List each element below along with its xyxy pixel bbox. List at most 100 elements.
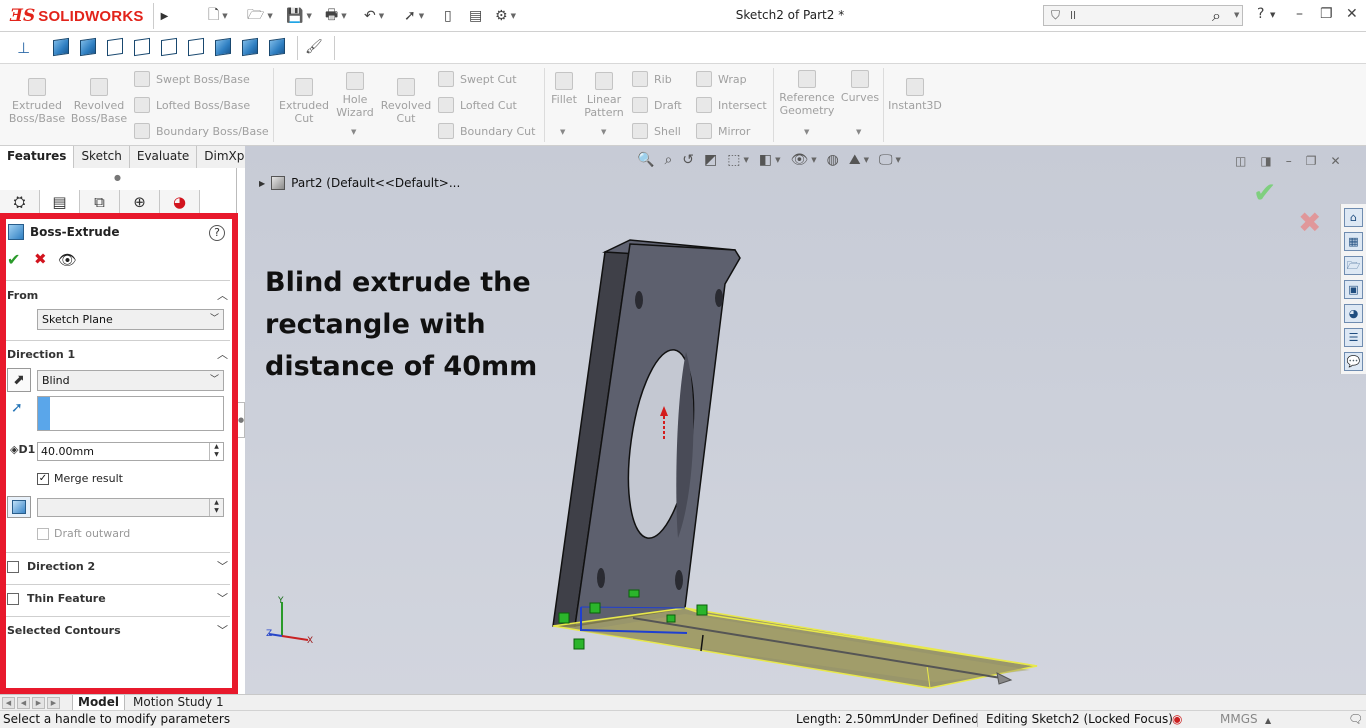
view-top-icon[interactable]: [161, 37, 179, 57]
confirm-cancel-icon[interactable]: ✖: [1298, 206, 1321, 239]
select-button[interactable]: ➚ ▼: [404, 6, 424, 26]
rebuild-status-icon[interactable]: ◉: [1172, 712, 1182, 726]
fillet-button[interactable]: Fillet: [548, 72, 580, 106]
home-icon[interactable]: ⌂: [1344, 208, 1363, 227]
curves-dropdown-icon[interactable]: ▼: [856, 128, 861, 136]
fillet-dropdown-icon[interactable]: ▼: [560, 128, 565, 136]
close-button[interactable]: ✕: [1346, 6, 1358, 22]
view-palette-icon[interactable]: ▣: [1344, 280, 1363, 299]
search-icon[interactable]: ⌕: [1212, 6, 1221, 26]
restore-button[interactable]: ❐: [1320, 6, 1333, 22]
help-dropdown-icon[interactable]: ▼: [1270, 11, 1275, 19]
direction2-checkbox[interactable]: [7, 561, 19, 573]
hole-wizard-dropdown-icon[interactable]: ▼: [351, 128, 356, 136]
edit-appearance-icon[interactable]: ◍: [827, 152, 839, 168]
draft-outward-checkbox[interactable]: Draft outward: [37, 527, 130, 540]
units-dropdown-icon[interactable]: ▲: [1265, 716, 1271, 725]
selected-contours-group-title[interactable]: Selected Contours: [7, 624, 121, 637]
draft-on-off-button[interactable]: [7, 496, 31, 518]
view-dimetric-icon[interactable]: [269, 37, 287, 57]
viewport-restore-button[interactable]: ❐: [1306, 154, 1317, 168]
merge-result-checkbox[interactable]: ✓ Merge result: [37, 472, 123, 485]
save-button[interactable]: 💾 ▼: [286, 6, 312, 26]
section-view-icon[interactable]: ◩: [704, 152, 717, 168]
depth-input[interactable]: 40.00mm ▲ ▼: [37, 442, 224, 461]
panel-splitter-handle[interactable]: ●: [237, 402, 245, 438]
quick-tips-icon[interactable]: 🗨: [1348, 712, 1363, 726]
ref-geometry-dropdown-icon[interactable]: ▼: [804, 128, 809, 136]
search-input[interactable]: [1070, 8, 1210, 23]
view-trimetric-icon[interactable]: [242, 37, 260, 57]
draft-angle-input[interactable]: ▲ ▼: [37, 498, 224, 517]
cancel-button[interactable]: ✖: [34, 250, 47, 268]
view-isometric-icon[interactable]: [215, 37, 233, 57]
direction2-group-title[interactable]: Direction 2: [27, 560, 95, 573]
zoom-to-fit-icon[interactable]: 🔍: [637, 152, 654, 168]
rebuild-button[interactable]: ▯: [444, 6, 452, 26]
curves-button[interactable]: Curves: [840, 70, 880, 104]
options-button[interactable]: ⚙ ▼: [495, 6, 516, 26]
intersect-button[interactable]: Intersect: [696, 97, 767, 113]
prev-tab-icon[interactable]: ◀: [17, 697, 30, 709]
spin-arrows-icon[interactable]: ▲ ▼: [209, 499, 223, 516]
dimxpert-manager-tab-icon[interactable]: ⊕: [120, 190, 160, 214]
view-right-icon[interactable]: [134, 37, 152, 57]
hole-wizard-button[interactable]: Hole Wizard: [330, 72, 380, 119]
new-document-button[interactable]: 🗋 ▼: [208, 6, 228, 26]
expand-icon[interactable]: ﹀: [217, 590, 228, 606]
swept-cut-button[interactable]: Swept Cut: [438, 71, 517, 87]
boundary-cut-button[interactable]: Boundary Cut: [438, 123, 535, 139]
view-bottom-icon[interactable]: [188, 37, 206, 57]
lofted-cut-button[interactable]: Lofted Cut: [438, 97, 517, 113]
undo-button[interactable]: ↶ ▼: [364, 6, 384, 26]
collapse-left-icon[interactable]: ◫: [1235, 154, 1246, 168]
depth-handle-arrow[interactable]: [996, 672, 1013, 685]
display-manager-tab-icon[interactable]: ◕: [160, 190, 200, 214]
collapse-icon[interactable]: ︿: [217, 346, 228, 362]
tab-features[interactable]: Features: [0, 146, 75, 168]
reverse-direction-button[interactable]: ⬈: [7, 368, 31, 392]
zoom-to-area-icon[interactable]: ⌕: [664, 152, 672, 168]
collapse-icon[interactable]: ︿: [217, 287, 228, 303]
tab-evaluate[interactable]: Evaluate: [129, 146, 198, 168]
direction-of-extrusion-field[interactable]: [37, 396, 224, 431]
collapse-right-icon[interactable]: ◨: [1260, 154, 1271, 168]
first-tab-icon[interactable]: ◀: [2, 697, 15, 709]
ok-button[interactable]: ✔: [7, 250, 20, 269]
view-settings-icon[interactable]: 🖵: [879, 152, 893, 168]
from-select[interactable]: Sketch Plane ﹀: [37, 309, 224, 330]
feature-manager-tab-icon[interactable]: ⛭: [0, 190, 40, 214]
spin-arrows-icon[interactable]: ▲ ▼: [209, 443, 223, 460]
solidworks-logo[interactable]: ƎS SOLIDWORKS: [10, 4, 144, 28]
linear-pattern-button[interactable]: Linear Pattern: [582, 72, 626, 119]
viewport-close-button[interactable]: ✕: [1330, 154, 1340, 168]
graphics-area[interactable]: Y X Z 🔍 ⌕ ↺ ◩ ⬚ ▼ ◧ ▼ 👁 ▼ ◍ ⛰ ▼ 🖵 ▼ ▶ Part2 (…: [245, 146, 1366, 694]
tab-sketch[interactable]: Sketch: [74, 146, 130, 168]
custom-properties-icon[interactable]: ☰: [1344, 328, 1363, 347]
help-button[interactable]: ?: [1257, 6, 1264, 22]
property-manager-tab-icon[interactable]: ▤: [40, 190, 80, 214]
revolved-cut-button[interactable]: Revolved Cut: [380, 78, 432, 125]
display-style-icon[interactable]: ◧: [759, 152, 772, 168]
search-dropdown-icon[interactable]: ▼: [1234, 11, 1239, 19]
last-tab-icon[interactable]: ▶: [47, 697, 60, 709]
open-button[interactable]: 🗁 ▼: [247, 6, 273, 26]
direction1-group-title[interactable]: Direction 1: [7, 348, 75, 361]
file-properties-button[interactable]: ▤: [469, 6, 482, 26]
expand-icon[interactable]: ﹀: [217, 622, 228, 638]
thin-feature-group-title[interactable]: Thin Feature: [27, 592, 106, 605]
wrap-button[interactable]: Wrap: [696, 71, 747, 87]
tab-model[interactable]: Model: [72, 695, 126, 711]
shell-button[interactable]: Shell: [632, 123, 681, 139]
thin-feature-checkbox[interactable]: [7, 593, 19, 605]
search-box[interactable]: ⛉ ⌕ ▼: [1043, 5, 1243, 26]
design-library-icon[interactable]: ▦: [1344, 232, 1363, 251]
expand-icon[interactable]: ﹀: [217, 558, 228, 574]
print-button[interactable]: 🖶 ▼: [325, 6, 347, 26]
from-group-title[interactable]: From: [7, 289, 38, 302]
boundary-boss-button[interactable]: Boundary Boss/Base: [134, 123, 269, 139]
lofted-boss-button[interactable]: Lofted Boss/Base: [134, 97, 250, 113]
menu-expand-button[interactable]: ▶: [153, 3, 175, 29]
unit-system[interactable]: MMGS: [1220, 712, 1258, 726]
detailed-preview-icon[interactable]: 👁: [58, 251, 77, 269]
